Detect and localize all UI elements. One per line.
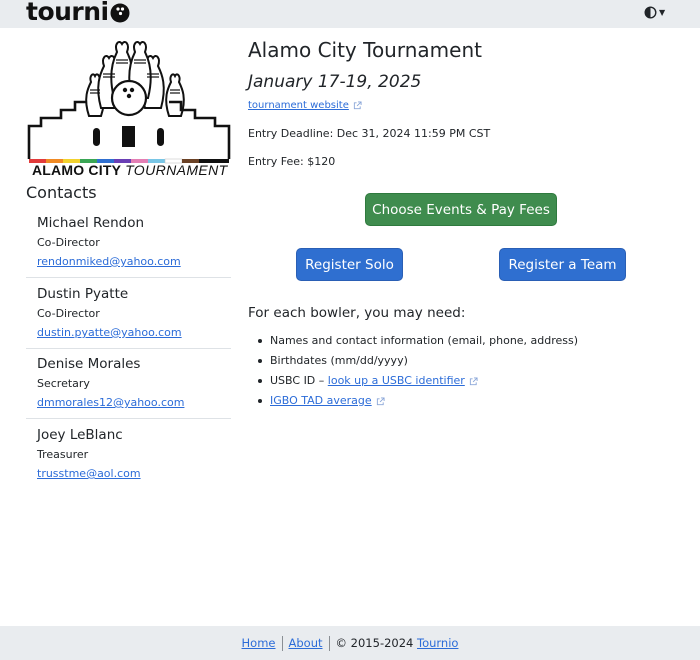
entry-fee: Entry Fee: $120 xyxy=(248,155,336,168)
contact-role: Co-Director xyxy=(37,236,100,249)
tournament-dates: January 17-19, 2025 xyxy=(248,72,422,92)
tournament-website-label: tournament website xyxy=(248,100,349,111)
list-item: Names and contact information (email, ph… xyxy=(257,334,578,354)
requirements-heading: For each bowler, you may need: xyxy=(248,305,466,321)
contact-card: Denise Morales Secretary dmmorales12@yah… xyxy=(26,355,231,410)
contacts-heading: Contacts xyxy=(26,183,97,202)
logo-city-text: ALAMO CITY xyxy=(32,162,122,178)
register-solo-button[interactable]: Register Solo xyxy=(296,248,403,281)
contact-card: Joey LeBlanc Treasurer trusstme@aol.com xyxy=(26,426,231,481)
external-link-icon xyxy=(353,100,362,109)
choose-events-button[interactable]: Choose Events & Pay Fees xyxy=(365,193,557,226)
contact-name: Denise Morales xyxy=(37,356,141,372)
list-item: USBC ID – look up a USBC identifier xyxy=(257,374,578,394)
contact-email-link[interactable]: rendonmiked@yahoo.com xyxy=(37,255,181,269)
footer-copyright: © 2015-2024 xyxy=(335,636,418,650)
caret-down-icon: ▼ xyxy=(659,8,666,17)
brand-logo[interactable]: tourni xyxy=(26,0,130,26)
contact-email-link[interactable]: trusstme@aol.com xyxy=(37,467,141,481)
contact-card: Dustin Pyatte Co-Director dustin.pyatte@… xyxy=(26,285,231,340)
logo-tournament-text: TOURNAMENT xyxy=(125,162,228,178)
contact-name: Michael Rendon xyxy=(37,215,145,231)
contact-role: Secretary xyxy=(37,377,90,390)
divider xyxy=(26,348,231,349)
contact-email-link[interactable]: dmmorales12@yahoo.com xyxy=(37,396,184,410)
external-link-icon xyxy=(376,396,385,405)
list-item-text: Names and contact information (email, ph… xyxy=(270,334,579,347)
bowling-ball-icon xyxy=(110,3,130,23)
brand-text: tourni xyxy=(26,0,109,26)
list-item-text: USBC ID – xyxy=(270,374,328,387)
list-item: IGBO TAD average xyxy=(257,394,578,414)
footer-home-link[interactable]: Home xyxy=(242,636,276,650)
divider xyxy=(26,277,231,278)
contact-role: Co-Director xyxy=(37,307,100,320)
usbc-lookup-link[interactable]: look up a USBC identifier xyxy=(328,374,465,387)
footer-about-link[interactable]: About xyxy=(289,636,323,650)
contact-role: Treasurer xyxy=(37,448,89,461)
logo-wordmark: ALAMO CITY TOURNAMENT xyxy=(32,160,228,179)
list-item-text: Birthdates (mm/dd/yyyy) xyxy=(270,354,408,367)
contact-name: Dustin Pyatte xyxy=(37,286,129,302)
external-link-icon xyxy=(469,376,478,385)
requirements-list: Names and contact information (email, ph… xyxy=(257,334,578,414)
contact-name: Joey LeBlanc xyxy=(37,427,123,443)
entry-deadline: Entry Deadline: Dec 31, 2024 11:59 PM CS… xyxy=(248,127,491,140)
half-circle-icon xyxy=(644,6,657,19)
top-navbar: tourni ▼ xyxy=(0,0,700,28)
tournament-website-link[interactable]: tournament website xyxy=(248,100,362,111)
igbo-tad-link[interactable]: IGBO TAD average xyxy=(270,394,372,407)
register-team-button[interactable]: Register a Team xyxy=(499,248,626,281)
footer-separator xyxy=(281,635,283,651)
footer: Home About © 2015-2024 Tournio xyxy=(0,626,700,660)
theme-toggle-button[interactable]: ▼ xyxy=(644,6,665,19)
divider xyxy=(26,418,231,419)
list-item: Birthdates (mm/dd/yyyy) xyxy=(257,354,578,374)
tournament-logo xyxy=(27,41,231,164)
footer-separator xyxy=(328,635,330,651)
contact-card: Michael Rendon Co-Director rendonmiked@y… xyxy=(26,214,231,269)
footer-tournio-link[interactable]: Tournio xyxy=(417,636,458,650)
tournament-title: Alamo City Tournament xyxy=(248,38,482,62)
contact-email-link[interactable]: dustin.pyatte@yahoo.com xyxy=(37,326,182,340)
